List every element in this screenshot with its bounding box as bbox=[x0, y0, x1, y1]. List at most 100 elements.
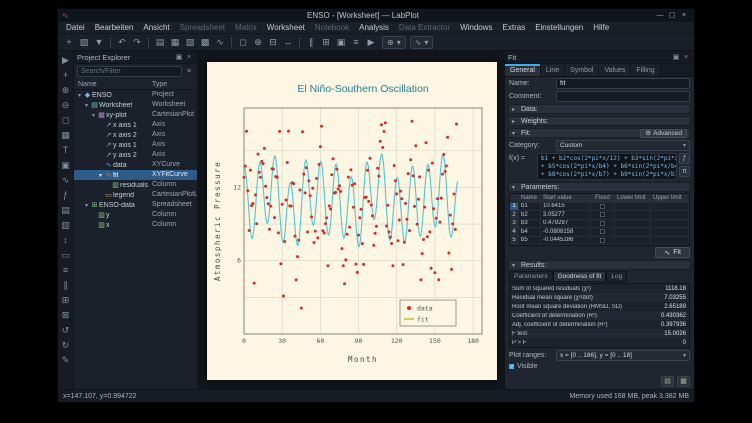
save-project-icon[interactable]: ▼ bbox=[92, 35, 106, 49]
tree-item-enso-data[interactable]: ▾⊞ENSO-dataSpreadsheet bbox=[74, 200, 197, 210]
advanced-fit-button[interactable]: ⚙ Advanced bbox=[640, 129, 687, 138]
dock-float-icon[interactable]: ▣ bbox=[174, 53, 184, 61]
navigate-mode-icon[interactable]: ◻ bbox=[236, 35, 250, 49]
menu-extras[interactable]: Extras bbox=[498, 23, 531, 32]
results-tab-goodness-of-fit[interactable]: Goodness of fit bbox=[553, 271, 607, 282]
maximize-icon[interactable]: ▢ bbox=[666, 11, 678, 21]
add-image-tool-icon[interactable]: ▣ bbox=[59, 158, 72, 173]
zoom-level-dropdown[interactable]: ⊕▾ bbox=[382, 36, 406, 49]
results-tab-parameters[interactable]: Parameters bbox=[509, 271, 553, 282]
fixed-checkbox[interactable] bbox=[600, 204, 605, 209]
dock-close-icon[interactable]: × bbox=[681, 54, 691, 61]
new-notebook-icon[interactable]: ▩ bbox=[198, 35, 212, 49]
layout-break-tool-icon[interactable]: ⊠ bbox=[59, 308, 72, 323]
zoom-in-tool-icon[interactable]: ⊕ bbox=[59, 83, 72, 98]
refresh-tool-icon[interactable]: ↻ bbox=[59, 338, 72, 353]
dock-float-icon[interactable]: ▣ bbox=[671, 53, 681, 61]
tree-item-enso[interactable]: ▾◆ENSOProject bbox=[74, 90, 197, 100]
layout-v-tool-icon[interactable]: ≡ bbox=[59, 263, 72, 278]
results-tab-log[interactable]: Log bbox=[606, 271, 627, 282]
fixed-checkbox[interactable] bbox=[600, 212, 605, 217]
menu-ansicht[interactable]: Ansicht bbox=[138, 23, 174, 32]
parameter-upper-limit[interactable] bbox=[651, 220, 689, 229]
rotate-tool-icon[interactable]: ↺ bbox=[59, 323, 72, 338]
tree-item-data[interactable]: ∿dataXYCurve bbox=[74, 160, 197, 170]
dock-close-icon[interactable]: × bbox=[184, 54, 194, 61]
tab-line[interactable]: Line bbox=[541, 64, 565, 76]
print-icon[interactable]: ≡ bbox=[349, 35, 363, 49]
layout-grid-icon[interactable]: ⊞ bbox=[319, 35, 333, 49]
parameter-start-value[interactable]: 10.6415 bbox=[541, 203, 591, 212]
parameter-row[interactable]: 3b30.479297 bbox=[510, 220, 689, 229]
filter-options-icon[interactable]: ≡ bbox=[184, 67, 194, 77]
tab-symbol[interactable]: Symbol bbox=[565, 64, 599, 76]
add-axis-tool-icon[interactable]: ↕ bbox=[59, 233, 72, 248]
edit-tool-icon[interactable]: ✎ bbox=[59, 353, 72, 368]
parameter-lower-limit[interactable] bbox=[615, 220, 651, 229]
pan-mode-icon[interactable]: ↔ bbox=[281, 35, 295, 49]
parameter-upper-limit[interactable] bbox=[651, 211, 689, 220]
menu-data-extractor[interactable]: Data Extractor bbox=[394, 23, 455, 32]
name-field[interactable] bbox=[556, 78, 690, 89]
run-fit-button[interactable]: ∿ Fit bbox=[655, 247, 690, 258]
expander-icon[interactable]: ▾ bbox=[83, 202, 90, 209]
presenter-mode-icon[interactable]: ▶ bbox=[364, 35, 378, 49]
zoom-fit-tool-icon[interactable]: ◻ bbox=[59, 113, 72, 128]
expander-icon[interactable]: ▾ bbox=[83, 102, 90, 109]
export-icon[interactable]: ▣ bbox=[334, 35, 348, 49]
menu-notebook[interactable]: Notebook bbox=[310, 23, 354, 32]
tree-item-x-axis-1[interactable]: ↗x axis 1Axis bbox=[74, 120, 197, 130]
add-histogram-tool-icon[interactable]: ▤ bbox=[59, 203, 72, 218]
section-fit[interactable]: ▾ Fit: ⚙ Advanced bbox=[508, 128, 691, 138]
new-spreadsheet-icon[interactable]: ▤ bbox=[153, 35, 167, 49]
tree-item-x-axis-2[interactable]: ↗x axis 2Axis bbox=[74, 130, 197, 140]
fixed-checkbox[interactable] bbox=[600, 238, 605, 243]
insert-function-icon[interactable]: ƒ bbox=[679, 153, 690, 164]
category-combobox[interactable]: Custom ▾ bbox=[556, 140, 690, 151]
minimize-icon[interactable]: — bbox=[654, 11, 666, 21]
tree-item-worksheet[interactable]: ▾▤WorksheetWorksheet bbox=[74, 100, 197, 110]
menu-bearbeiten[interactable]: Bearbeiten bbox=[90, 23, 139, 32]
save-template-icon[interactable]: ▤ bbox=[661, 376, 674, 387]
parameter-row[interactable]: 1b110.6415 bbox=[510, 203, 689, 212]
tree-item-x[interactable]: ▥xColumn bbox=[74, 220, 197, 230]
section-results[interactable]: ▾ Results: bbox=[508, 260, 691, 270]
parameter-lower-limit[interactable] bbox=[615, 237, 651, 246]
menu-einstellungen[interactable]: Einstellungen bbox=[530, 23, 588, 32]
parameter-start-value[interactable]: 0.479297 bbox=[541, 220, 591, 229]
tab-filling[interactable]: Filling bbox=[631, 64, 660, 76]
column-header-name[interactable]: Name bbox=[74, 81, 152, 88]
layout-h-tool-icon[interactable]: ∥ bbox=[59, 278, 72, 293]
section-data[interactable]: ▸ Data: bbox=[508, 104, 691, 114]
formula-editor[interactable]: b1 + b2*cos(2*pi*x/12) + b3*sin(2*pi*x/1… bbox=[537, 153, 677, 180]
tree-item-legend[interactable]: ▭legendCartesianPlotLegend bbox=[74, 190, 197, 200]
add-equation-tool-icon[interactable]: ƒ bbox=[59, 188, 72, 203]
section-weights[interactable]: ▸ Weights: bbox=[508, 116, 691, 126]
new-project-icon[interactable]: + bbox=[62, 35, 76, 49]
menu-analysis[interactable]: Analysis bbox=[354, 23, 394, 32]
select-mode-icon[interactable]: ⊟ bbox=[266, 35, 280, 49]
add-text-tool-icon[interactable]: T bbox=[59, 143, 72, 158]
worksheet-view[interactable]: 0306090120150180612El Niño-Southern Osci… bbox=[198, 51, 504, 389]
tab-values[interactable]: Values bbox=[599, 64, 631, 76]
comment-field[interactable] bbox=[556, 91, 690, 102]
fixed-checkbox[interactable] bbox=[600, 221, 605, 226]
close-icon[interactable]: × bbox=[678, 11, 690, 21]
new-plot-icon[interactable]: ∿ bbox=[213, 35, 227, 49]
expander-icon[interactable]: ▾ bbox=[90, 112, 97, 119]
menu-matrix[interactable]: Matrix bbox=[230, 23, 262, 32]
menu-datei[interactable]: Datei bbox=[61, 23, 90, 32]
new-worksheet-icon[interactable]: ▧ bbox=[183, 35, 197, 49]
add-curve-tool-icon[interactable]: ∿ bbox=[59, 173, 72, 188]
load-template-icon[interactable]: ▦ bbox=[677, 376, 690, 387]
insert-constant-icon[interactable]: π bbox=[679, 166, 690, 177]
tree-item-y[interactable]: ▥yColumn bbox=[74, 210, 197, 220]
parameter-start-value[interactable]: 3.05277 bbox=[541, 211, 591, 220]
layout-vertical-icon[interactable]: ∥ bbox=[304, 35, 318, 49]
menu-windows[interactable]: Windows bbox=[455, 23, 497, 32]
add-plot-tool-icon[interactable]: ▦ bbox=[59, 128, 72, 143]
parameter-row[interactable]: 5b5-0.0445186 bbox=[510, 237, 689, 246]
zoom-out-tool-icon[interactable]: ⊖ bbox=[59, 98, 72, 113]
open-project-icon[interactable]: ▨ bbox=[77, 35, 91, 49]
search-input[interactable] bbox=[77, 66, 182, 77]
